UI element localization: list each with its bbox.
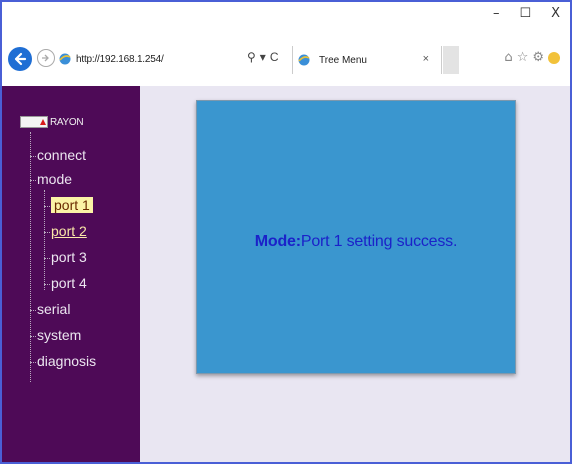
sidebar-item-label: connect [37,147,87,163]
ie-favicon-icon [59,53,71,65]
sidebar-item-port-2[interactable]: port 2 [44,222,87,240]
tree-root[interactable]: RAYON [20,116,84,128]
home-icon[interactable]: ⌂ [504,50,512,65]
sidebar-item-port-1[interactable]: port 1 [44,196,93,214]
minimize-button[interactable]: – [493,6,500,21]
sidebar-item-label: diagnosis [37,353,97,369]
gear-icon[interactable]: ⚙ [532,50,544,65]
dropdown-icon[interactable]: ▾ [260,50,266,64]
sidebar-item-label: system [37,327,82,343]
browser-window: – ☐ X http://192.168.1.254/ ⚲ ▾ C Tree M… [0,0,572,464]
tab-close-button[interactable]: × [423,53,429,65]
star-icon[interactable]: ☆ [517,50,529,65]
sidebar-item-label: port 1 [51,197,93,213]
sidebar-item-label: port 3 [51,249,87,265]
tree-root-label: RAYON [50,116,84,128]
sidebar-item-port-3[interactable]: port 3 [44,248,87,266]
sidebar-item-mode[interactable]: mode [30,170,72,188]
arrow-right-icon [42,54,49,62]
close-window-button[interactable]: X [551,6,560,21]
search-icon[interactable]: ⚲ [247,50,256,64]
tab-title: Tree Menu [319,54,367,66]
status-message: Mode:Port 1 setting success. [254,233,458,251]
sidebar-item-connect[interactable]: connect [30,146,86,164]
forward-button[interactable] [37,49,55,67]
tab-tree-menu[interactable]: Tree Menu × [292,46,442,74]
browser-toolbar: http://192.168.1.254/ ⚲ ▾ C Tree Menu × … [2,38,570,86]
sidebar-item-label: serial [37,301,71,317]
tree-menu-sidebar: RAYON connect mode port 1 port 2 port 3 … [2,86,140,462]
sidebar-item-serial[interactable]: serial [30,300,70,318]
address-actions: ⚲ ▾ C [247,50,279,64]
sidebar-item-port-4[interactable]: port 4 [44,274,87,292]
sidebar-item-label: mode [37,171,73,187]
maximize-button[interactable]: ☐ [519,6,531,21]
root-folder-icon [20,116,48,128]
page-content: RAYON connect mode port 1 port 2 port 3 … [2,86,570,462]
arrow-left-icon [14,52,27,66]
refresh-icon[interactable]: C [270,50,279,64]
back-button[interactable] [8,47,32,71]
sidebar-item-label: port 2 [51,223,87,239]
sidebar-item-system[interactable]: system [30,326,81,344]
status-message-prefix: Mode: [254,233,301,250]
toolbar-icons: ⌂ ☆ ⚙ [504,50,560,65]
status-message-panel: Mode:Port 1 setting success. [196,100,516,374]
tab-favicon-icon [298,54,310,66]
new-tab-button[interactable] [443,46,459,74]
url-text: http://192.168.1.254/ [76,53,164,65]
sidebar-item-diagnosis[interactable]: diagnosis [30,352,96,370]
window-controls: – ☐ X [493,6,560,21]
status-message-text: Port 1 setting success. [300,233,458,250]
smiley-icon[interactable] [548,52,560,64]
sidebar-item-label: port 4 [51,275,87,291]
